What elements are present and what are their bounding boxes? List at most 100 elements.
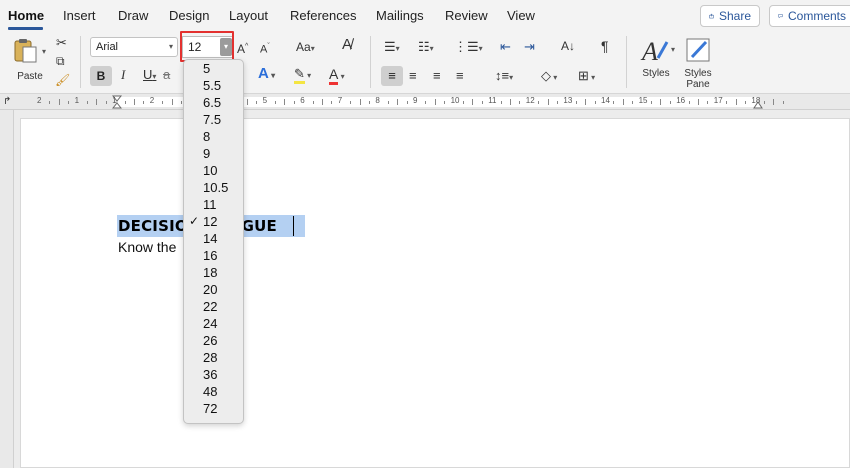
horizontal-ruler[interactable]: ↱ 21123456789101112131415161718 (0, 94, 850, 110)
tab-home[interactable]: Home (8, 8, 44, 23)
vertical-ruler[interactable] (0, 110, 14, 468)
ruler-tick (782, 101, 784, 104)
tab-view[interactable]: View (507, 8, 535, 23)
justify-icon[interactable]: ≡ (456, 68, 464, 84)
font-name-combo[interactable]: Arial ▾ (90, 37, 178, 57)
font-size-option[interactable]: 14 (203, 231, 217, 246)
font-size-option[interactable]: 48 (203, 384, 217, 399)
font-size-option[interactable]: 72 (203, 401, 217, 416)
underline-button[interactable]: U▾ (143, 67, 156, 85)
ruler-number: 6 (300, 96, 305, 105)
paste-button[interactable]: ▾ Paste (10, 36, 50, 82)
bullets-icon[interactable]: ☰▾ (384, 39, 400, 57)
paste-options-icon[interactable]: ▾ (42, 47, 46, 56)
tab-layout[interactable]: Layout (229, 8, 268, 23)
font-size-option[interactable]: 12 (203, 214, 217, 229)
shading-icon[interactable]: ◇ ▾ (541, 68, 557, 86)
ruler-tick (481, 101, 483, 104)
ruler-number: 1 (112, 96, 117, 105)
align-left-button[interactable]: ≡ (381, 66, 403, 86)
tab-design[interactable]: Design (169, 8, 209, 23)
increase-indent-icon[interactable]: ⇥ (524, 39, 535, 55)
font-size-option[interactable]: 22 (203, 299, 217, 314)
ruler-tick (632, 101, 634, 104)
tab-selector-icon[interactable]: ↱ (3, 94, 11, 110)
strikethrough-button[interactable]: a (163, 67, 170, 83)
share-icon (709, 13, 714, 19)
decrease-indent-icon[interactable]: ⇤ (500, 39, 511, 55)
ruler-tick (707, 101, 709, 104)
numbering-icon[interactable]: ☷▾ (418, 39, 434, 57)
text-cursor (293, 216, 294, 236)
styles-pane-button[interactable]: Styles Pane (680, 34, 716, 92)
show-formatting-icon[interactable]: ¶ (601, 38, 609, 54)
tab-mailings[interactable]: Mailings (376, 8, 424, 23)
ruler-tick (726, 101, 728, 104)
font-size-option[interactable]: 36 (203, 367, 217, 382)
font-size-annotation-box (180, 31, 234, 62)
ruler-tick (547, 99, 549, 105)
divider (626, 36, 627, 88)
document-body-text[interactable]: Know the (118, 239, 176, 255)
font-size-option[interactable]: 18 (203, 265, 217, 280)
ruler-tick (510, 99, 511, 105)
font-size-option[interactable]: 28 (203, 350, 217, 365)
multilevel-list-icon[interactable]: ⋮☰▾ (454, 39, 483, 57)
clear-formatting-icon[interactable]: A̸ (342, 37, 352, 53)
styles-gallery-button[interactable]: A ▾ Styles (636, 34, 680, 90)
copy-icon[interactable]: ⧉ (56, 53, 65, 69)
ruler-tick (105, 101, 107, 104)
font-size-option[interactable]: 7.5 (203, 112, 221, 127)
font-color-icon[interactable]: A ▾ (329, 66, 345, 85)
active-tab-indicator (8, 27, 43, 30)
comments-button[interactable]: Comments (769, 5, 850, 27)
font-size-option[interactable]: 10.5 (203, 180, 228, 195)
font-size-option[interactable]: 20 (203, 282, 217, 297)
font-name-value: Arial (96, 41, 119, 53)
font-size-dropdown-menu[interactable]: 5 5.5 6.5 7.5 8 9 10 10.5 11 ✓ 12 14 16 18 20 22 24 26 28 3… (183, 59, 244, 424)
tab-draw[interactable]: Draw (118, 8, 148, 23)
share-label: Share (718, 9, 751, 23)
ruler-number: 17 (713, 96, 723, 105)
bold-button[interactable]: B (90, 66, 112, 86)
ribbon-tab-bar: Home Insert Draw Design Layout Reference… (0, 0, 850, 32)
font-size-option[interactable]: 26 (203, 333, 217, 348)
font-size-option[interactable]: 6.5 (203, 95, 221, 110)
svg-text:A: A (640, 37, 658, 64)
tab-review[interactable]: Review (445, 8, 488, 23)
line-spacing-icon[interactable]: ↕≡▾ (495, 68, 513, 86)
cut-icon[interactable]: ✂ (56, 35, 67, 51)
text-effects-icon[interactable]: A ▾ (258, 66, 275, 84)
ruler-number: 14 (601, 96, 610, 105)
ruler-tick (500, 101, 502, 104)
highlight-color-icon[interactable]: ✎ ▾ (294, 66, 311, 84)
font-size-option[interactable]: 5 (203, 61, 210, 76)
borders-icon[interactable]: ⊞ ▾ (578, 68, 595, 86)
ruler-tick (763, 101, 765, 104)
ruler-number: 12 (525, 96, 535, 105)
change-case-icon[interactable]: Aa▾ (296, 39, 315, 57)
grow-font-icon[interactable]: A^ (237, 39, 248, 57)
format-painter-icon[interactable]: 🖌 (55, 72, 70, 88)
ruler-tick (162, 101, 164, 104)
align-right-icon[interactable]: ≡ (433, 68, 441, 84)
font-size-option[interactable]: 8 (203, 129, 210, 144)
italic-button[interactable]: I (121, 67, 125, 83)
font-size-option[interactable]: 24 (203, 316, 217, 331)
font-size-option[interactable]: 5.5 (203, 78, 221, 93)
chevron-down-icon: ▾ (671, 45, 676, 54)
font-size-option[interactable]: 11 (203, 197, 217, 212)
tab-insert[interactable]: Insert (63, 8, 96, 23)
document-page[interactable] (20, 118, 850, 468)
font-size-option[interactable]: 16 (203, 248, 217, 263)
font-size-option[interactable]: 9 (203, 146, 210, 161)
ruler-tick (256, 101, 258, 104)
tab-references[interactable]: References (290, 8, 356, 23)
sort-icon[interactable]: A↓ (561, 38, 575, 54)
shrink-font-icon[interactable]: Aˇ (260, 39, 270, 58)
styles-pane-label-line1: Styles (684, 68, 712, 79)
share-button[interactable]: Share (700, 5, 760, 27)
font-size-option[interactable]: 10 (203, 163, 217, 178)
align-center-icon[interactable]: ≡ (409, 68, 417, 84)
ruler-tick (444, 101, 446, 104)
